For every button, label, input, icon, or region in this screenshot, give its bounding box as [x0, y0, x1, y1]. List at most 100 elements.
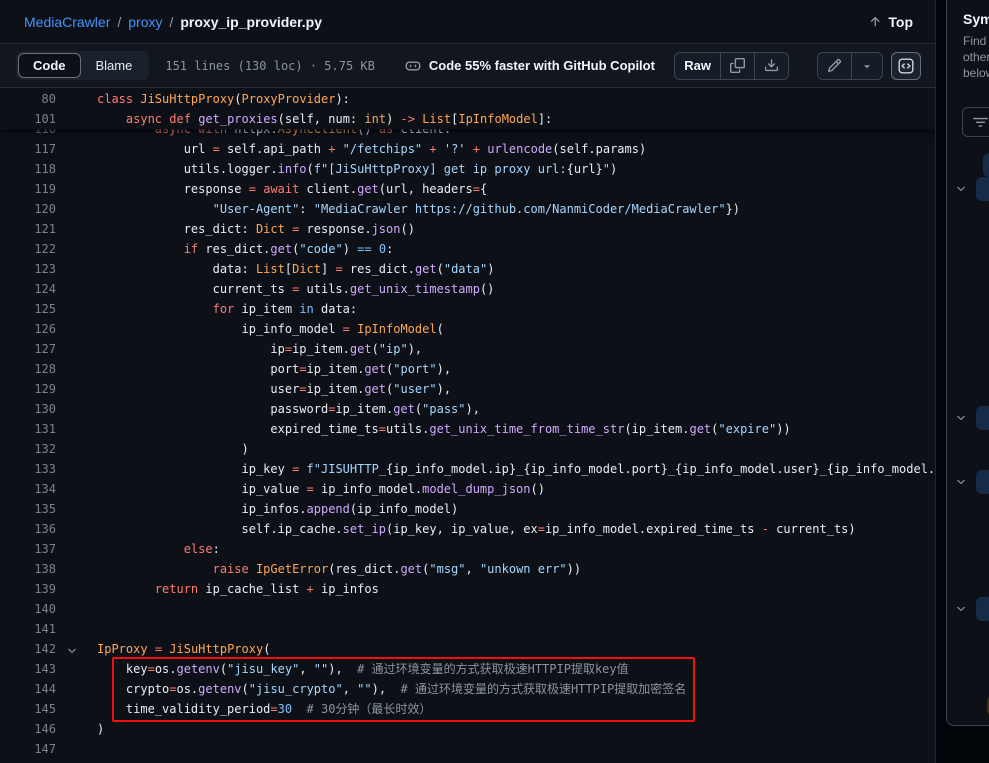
file-view: MediaCrawler / proxy / proxy_ip_provider…	[0, 0, 936, 763]
code-text: if res_dict.get("code") == 0:	[97, 239, 393, 259]
line-number[interactable]: 138	[0, 559, 56, 579]
code-line-119: 119 response = await client.get(url, hea…	[0, 179, 935, 199]
code-line-127: 127 ip=ip_item.get("ip"),	[0, 339, 935, 359]
line-number[interactable]: 147	[0, 739, 56, 759]
chevron-down-icon[interactable]	[955, 603, 967, 615]
line-number[interactable]: 80	[0, 89, 56, 109]
line-gutter	[56, 619, 97, 639]
line-number[interactable]: 118	[0, 159, 56, 179]
line-gutter	[56, 339, 97, 359]
line-number[interactable]: 120	[0, 199, 56, 219]
line-number[interactable]: 144	[0, 679, 56, 699]
code-line-131: 131 expired_time_ts=utils.get_unix_time_…	[0, 419, 935, 439]
chevron-down-icon[interactable]	[955, 183, 967, 195]
symbol-chip[interactable]	[976, 406, 989, 430]
line-gutter	[56, 459, 97, 479]
top-button-label: Top	[888, 14, 913, 30]
copilot-banner[interactable]: Code 55% faster with GitHub Copilot	[405, 58, 655, 74]
breadcrumb-folder-link[interactable]: proxy	[128, 14, 162, 30]
copy-icon	[730, 58, 745, 73]
line-number[interactable]: 101	[0, 109, 56, 129]
code-text: for ip_item in data:	[97, 299, 357, 319]
code-text: ip_key = f"JISUHTTP_{ip_info_model.ip}_{…	[97, 459, 935, 479]
line-number[interactable]: 141	[0, 619, 56, 639]
line-number[interactable]: 127	[0, 339, 56, 359]
line-number[interactable]: 125	[0, 299, 56, 319]
code-lines: 117 url = self.api_path + "/fetchips" + …	[0, 139, 935, 759]
code-text: class JiSuHttpProxy(ProxyProvider):	[97, 89, 350, 109]
line-number[interactable]: 124	[0, 279, 56, 299]
raw-button[interactable]: Raw	[675, 53, 720, 79]
symbol-chip[interactable]	[983, 153, 989, 177]
code-line-118: 118 utils.logger.info(f"[JiSuHttpProxy] …	[0, 159, 935, 179]
download-button[interactable]	[754, 53, 788, 79]
line-number[interactable]: 129	[0, 379, 56, 399]
line-gutter	[56, 559, 97, 579]
symbol-list-item	[955, 597, 989, 621]
copilot-banner-text: Code 55% faster with GitHub Copilot	[429, 58, 655, 73]
line-gutter	[56, 359, 97, 379]
line-gutter	[56, 519, 97, 539]
line-number[interactable]: 117	[0, 139, 56, 159]
line-number[interactable]: 136	[0, 519, 56, 539]
code-line-129: 129 user=ip_item.get("user"),	[0, 379, 935, 399]
code-line-132: 132 )	[0, 439, 935, 459]
code-text: ip=ip_item.get("ip"),	[97, 339, 422, 359]
edit-dropdown-button[interactable]	[851, 53, 882, 79]
line-number[interactable]: 128	[0, 359, 56, 379]
code-text: ip_infos.append(ip_info_model)	[97, 499, 458, 519]
line-number[interactable]: 145	[0, 699, 56, 719]
scroll-to-top-button[interactable]: Top	[868, 14, 913, 30]
chevron-down-icon[interactable]	[955, 412, 967, 424]
code-line-133: 133 ip_key = f"JISUHTTP_{ip_info_model.i…	[0, 459, 935, 479]
line-gutter	[56, 719, 97, 739]
line-gutter	[56, 539, 97, 559]
line-number[interactable]: 135	[0, 499, 56, 519]
code-line-116: 116 async with httpx.AsyncClient() as cl…	[0, 129, 935, 139]
line-number[interactable]: 137	[0, 539, 56, 559]
line-number[interactable]: 139	[0, 579, 56, 599]
code-text: return ip_cache_list + ip_infos	[97, 579, 379, 599]
code-line-143: 143 key=os.getenv("jisu_key", ""), # 通过环…	[0, 659, 935, 679]
filter-icon	[973, 115, 988, 130]
line-number[interactable]: 122	[0, 239, 56, 259]
code-line-117: 117 url = self.api_path + "/fetchips" + …	[0, 139, 935, 159]
code-line-120: 120 "User-Agent": "MediaCrawler https://…	[0, 199, 935, 219]
line-number[interactable]: 126	[0, 319, 56, 339]
line-number[interactable]: 130	[0, 399, 56, 419]
line-number[interactable]: 132	[0, 439, 56, 459]
breadcrumb-repo-link[interactable]: MediaCrawler	[24, 14, 110, 30]
line-number[interactable]: 146	[0, 719, 56, 739]
symbols-panel-toggle-button[interactable]	[891, 52, 921, 80]
line-number[interactable]: 133	[0, 459, 56, 479]
description-line: other symbols in this file by clicking a…	[963, 49, 989, 65]
line-number[interactable]: 123	[0, 259, 56, 279]
breadcrumb-filename: proxy_ip_provider.py	[180, 14, 322, 30]
line-number[interactable]: 131	[0, 419, 56, 439]
line-number[interactable]: 116	[0, 129, 56, 139]
clipped-code-line: 116 async with httpx.AsyncClient() as cl…	[0, 129, 935, 139]
edit-button[interactable]	[818, 53, 851, 79]
tab-blame[interactable]: Blame	[81, 53, 148, 78]
line-number[interactable]: 134	[0, 479, 56, 499]
symbol-chip[interactable]	[976, 597, 989, 621]
breadcrumb-separator: /	[117, 14, 121, 30]
line-number[interactable]: 140	[0, 599, 56, 619]
line-number[interactable]: 142	[0, 639, 56, 659]
line-number[interactable]: 119	[0, 179, 56, 199]
file-toolbar: Code Blame 151 lines (130 loc) · 5.75 KB…	[0, 44, 935, 88]
symbols-filter-input[interactable]	[962, 107, 989, 137]
symbol-chip[interactable]	[976, 177, 989, 201]
code-text: utils.logger.info(f"[JiSuHttpProxy] get …	[97, 159, 617, 179]
code-text: user=ip_item.get("user"),	[97, 379, 451, 399]
line-gutter	[56, 579, 97, 599]
symbol-chip[interactable]	[976, 470, 989, 494]
chevron-down-icon[interactable]	[955, 476, 967, 488]
code-text: ip_value = ip_info_model.model_dump_json…	[97, 479, 545, 499]
line-number[interactable]: 143	[0, 659, 56, 679]
sticky-context-lines: 80 class JiSuHttpProxy(ProxyProvider): 101…	[0, 88, 935, 129]
line-gutter	[56, 639, 97, 659]
line-number[interactable]: 121	[0, 219, 56, 239]
copy-button[interactable]	[720, 53, 754, 79]
tab-code[interactable]: Code	[18, 53, 81, 78]
